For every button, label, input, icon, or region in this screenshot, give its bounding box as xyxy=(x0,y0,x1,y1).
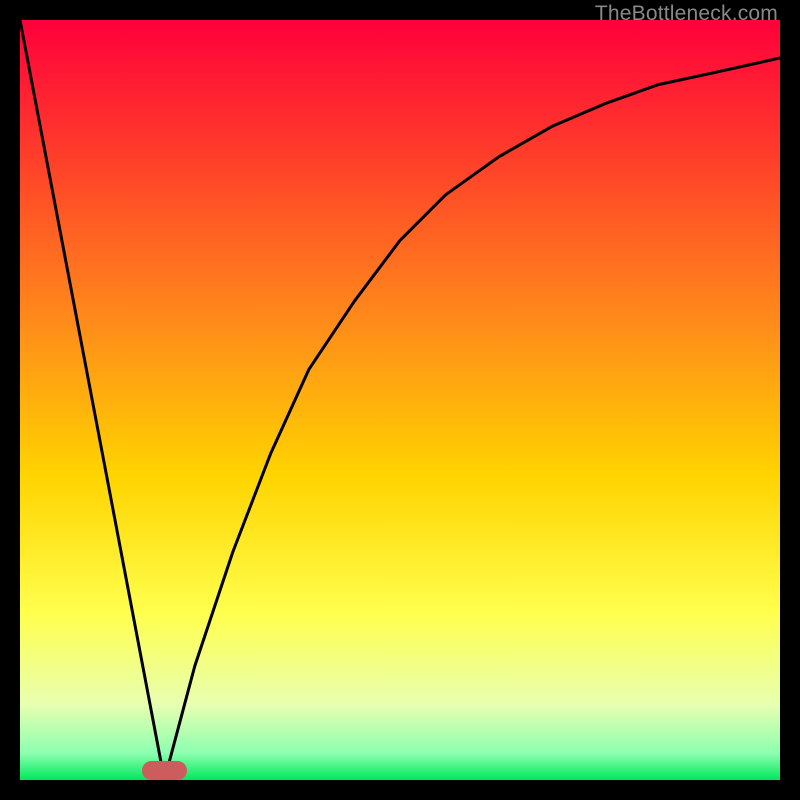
plot-frame xyxy=(20,20,780,780)
bottleneck-chart xyxy=(20,20,780,780)
optimum-marker xyxy=(142,761,188,780)
gradient-background xyxy=(20,20,780,780)
watermark-text: TheBottleneck.com xyxy=(595,2,778,26)
